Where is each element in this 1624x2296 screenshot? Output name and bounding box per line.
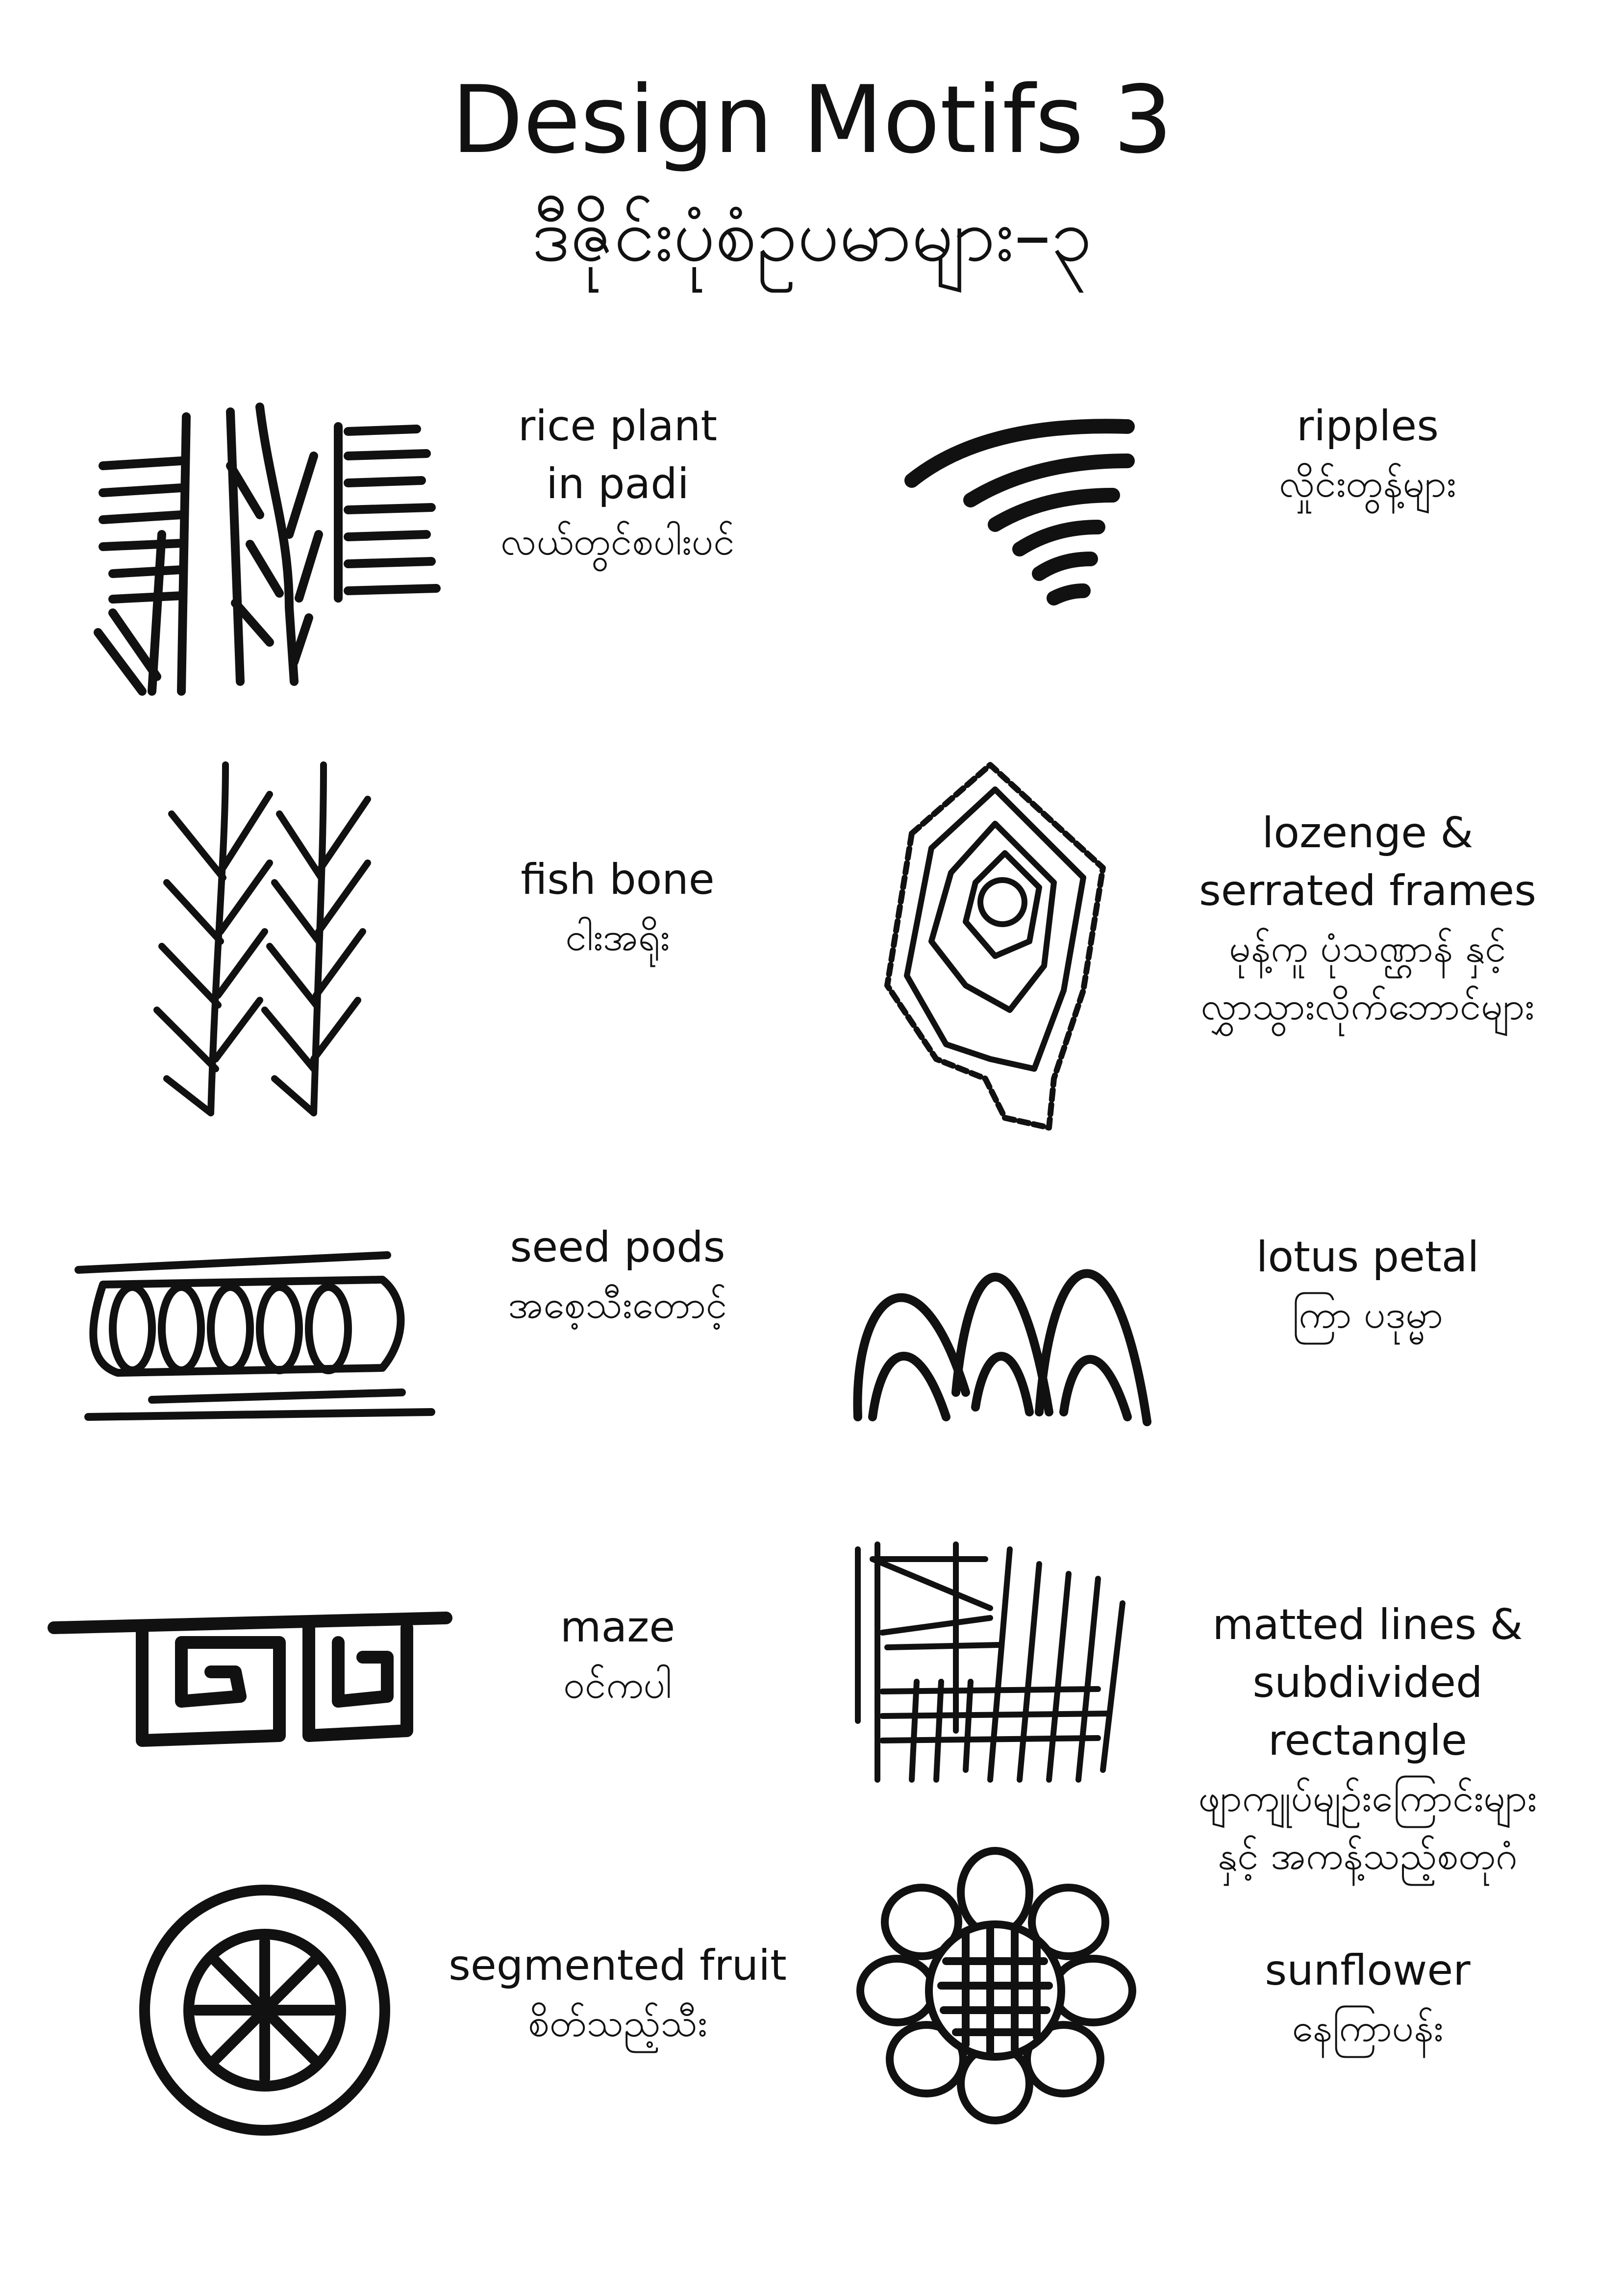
sunflower-label: sunflower နေကြာပန်း	[1172, 1942, 1564, 2057]
segmented-fruit-label-en: segmented fruit	[449, 1941, 787, 1990]
lozenge-label-en-1: lozenge &	[1262, 808, 1474, 858]
title-block: Design Motifs 3 ဒီဇိုင်းပုံစံဥပမာများ–၃	[0, 64, 1624, 289]
lozenge-drawing	[884, 762, 1106, 1131]
fish-bone-drawing	[153, 761, 371, 1116]
rice-plant-label-en-1: rice plant	[518, 402, 718, 451]
lozenge-label: lozenge & serrated frames မုန့်ကူ ပုံသဏ္…	[1172, 804, 1564, 1035]
seed-pods-label-en: seed pods	[510, 1223, 725, 1272]
lotus-petal-drawing	[853, 1269, 1151, 1426]
rice-plant-label: rice plant in padi လယ်တွင်စပါးပင်	[422, 397, 814, 571]
rice-plant-drawing	[94, 403, 441, 696]
maze-label-en: maze	[560, 1603, 675, 1652]
fish-bone-label: fish bone ငါးအရိုး	[422, 851, 814, 966]
ripples-label-en: ripples	[1296, 402, 1439, 451]
ripples-label: ripples လှိုင်းတွန့်များ	[1172, 397, 1564, 513]
matted-lines-drawing	[855, 1541, 1125, 1783]
rice-plant-label-en-2: in padi	[546, 459, 689, 508]
matted-lines-label-en-1: matted lines &	[1212, 1600, 1523, 1649]
page-title-burmese: ဒီဇိုင်းပုံစံဥပမာများ–၃	[531, 193, 1093, 278]
matted-lines-label: matted lines & subdivided rectangle ဖျာက…	[1172, 1596, 1564, 1885]
lotus-petal-label-en: lotus petal	[1256, 1233, 1479, 1282]
matted-lines-label-my-2: နှင့် အကန့်သည့်စတုဂံ	[1218, 1834, 1518, 1878]
fish-bone-label-my: ငါးအရိုး	[565, 915, 670, 959]
ripples-drawing	[904, 419, 1135, 606]
seed-pods-label-my: အစေ့သီးတောင့်	[508, 1283, 727, 1327]
seed-pods-label: seed pods အစေ့သီးတောင့်	[422, 1218, 814, 1334]
page-title: Design Motifs 3	[451, 66, 1173, 174]
segmented-fruit-label-my: စိတ်သည့်သီး	[528, 2001, 707, 2045]
lotus-petal-label: lotus petal ကြာ ပဒုမ္မာ	[1172, 1228, 1564, 1344]
matted-lines-label-my-1: ဖျာကျုပ်မျဉ်းကြောင်းများ	[1198, 1776, 1537, 1820]
lotus-petal-label-my: ကြာ ပဒုမ္မာ	[1292, 1293, 1444, 1337]
lozenge-label-my-1: မုန့်ကူ ပုံသဏ္ဌာန် နှင့်	[1229, 927, 1506, 971]
ripples-label-my: လှိုင်းတွန့်များ	[1279, 462, 1456, 506]
rice-plant-label-my: လယ်တွင်စပါးပင်	[500, 520, 735, 564]
sunflower-label-my: နေကြာပန်း	[1292, 2006, 1444, 2050]
matted-lines-label-en-2: subdivided rectangle	[1252, 1658, 1483, 1765]
maze-label: maze ဝင်ကပါ	[422, 1598, 814, 1714]
segmented-fruit-drawing	[139, 1885, 390, 2136]
lozenge-label-en-2: serrated frames	[1199, 866, 1536, 915]
maze-label-my: ဝင်ကပါ	[563, 1663, 672, 1707]
lozenge-label-my-2: လွှာသွားလိုက်ဘောင်များ	[1200, 984, 1535, 1029]
seed-pods-drawing	[75, 1251, 435, 1421]
maze-drawing	[48, 1612, 452, 1747]
sunflower-label-en: sunflower	[1265, 1946, 1471, 1995]
segmented-fruit-label: segmented fruit စိတ်သည့်သီး	[422, 1937, 814, 2052]
fish-bone-label-en: fish bone	[521, 855, 715, 904]
sunflower-drawing	[856, 1847, 1136, 2124]
